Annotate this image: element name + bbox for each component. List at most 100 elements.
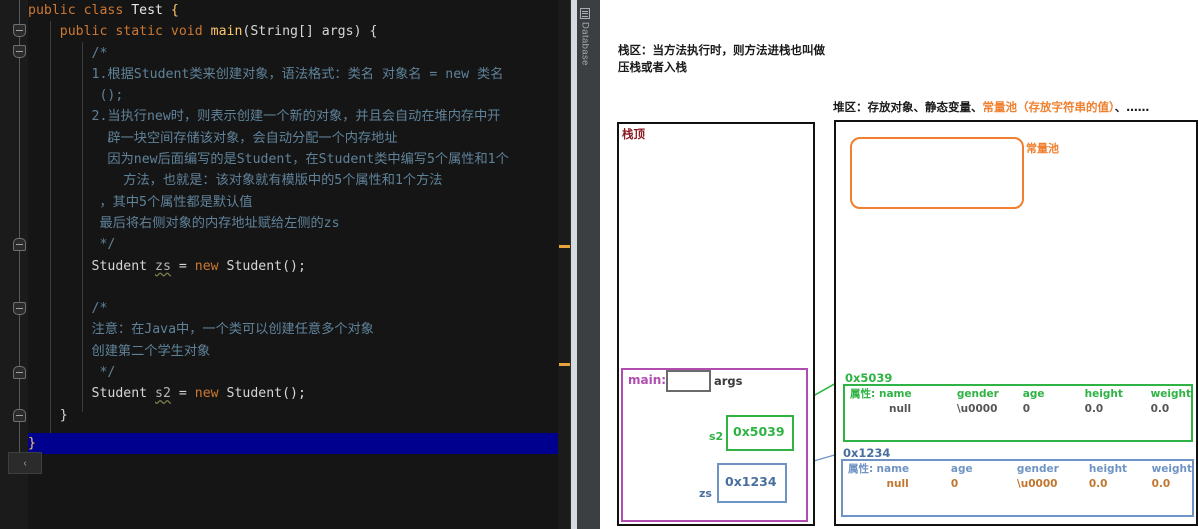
code-token: ) { — [353, 24, 378, 40]
variable-value-s2: 0x5039 — [733, 424, 785, 439]
editor-text-area[interactable]: public class Test { public static void m… — [0, 0, 570, 529]
code-token: 方法，也就是：该对象就有模版中的5个属性和1个方法 — [28, 173, 443, 189]
code-token: 创建第二个学生对象 — [28, 343, 211, 359]
column-header: weight — [1151, 462, 1192, 475]
breadcrumb-popup[interactable]: ‹ — [8, 452, 42, 474]
code-token: (); — [28, 88, 124, 104]
args-label: args — [714, 374, 743, 388]
code-line: */ — [28, 362, 558, 383]
column-header: height — [1088, 462, 1128, 475]
code-token: String[] args — [250, 24, 354, 40]
constant-pool-box — [850, 137, 1024, 209]
code-line: 1.根据Student类来创建对象，语法格式：类名 对象名 = new 类名 — [28, 64, 558, 85]
code-line: /* — [28, 298, 558, 319]
code-line: public static void main(String[] args) { — [28, 21, 558, 42]
cell-value: 0.0 — [1151, 478, 1171, 490]
code-line: 方法，也就是：该对象就有模版中的5个属性和1个方法 — [28, 170, 558, 191]
code-token: { — [170, 3, 179, 18]
stack-area-note: 栈区：当方法执行时，则方法进栈也叫做 压栈或者入栈 — [618, 43, 825, 74]
code-line: Student s2 = new Student(); — [28, 383, 558, 404]
fold-marker-icon[interactable] — [13, 45, 26, 58]
code-line: 辟一块空间存储该对象，会自动分配一个内存地址 — [28, 128, 558, 149]
code-token: = — [170, 258, 195, 274]
heap-title-accent: 常量池（存放字符串的值） — [982, 100, 1115, 114]
cell-value: 0.0 — [1084, 403, 1104, 415]
heap-area-title: 堆区：存放对象、静态变量、常量池（存放字符串的值）、…… — [833, 99, 1149, 115]
object-attributes-table: 属性: name gender age height weight null \… — [845, 386, 1191, 416]
table-row: 属性: name age gender height weight — [843, 461, 1192, 476]
code-line: 2.当执行new时，则表示创建一个新的对象，并且会自动在堆内存中开 — [28, 106, 558, 127]
code-token: */ — [28, 237, 116, 253]
column-header: height — [1084, 387, 1123, 400]
cell-value: null — [886, 478, 909, 490]
fold-marker-icon[interactable] — [13, 24, 26, 37]
code-line: 因为new后面编写的是Student，在Student类中编写5个属性和1个 — [28, 149, 558, 170]
constant-pool-label: 常量池 — [1026, 142, 1059, 155]
cell-value: 0.0 — [1088, 478, 1108, 490]
code-line: */ — [28, 234, 558, 255]
fold-marker-icon[interactable] — [13, 302, 26, 315]
cell-value: 0 — [950, 478, 959, 490]
code-token: public static void — [59, 24, 211, 40]
fold-marker-icon[interactable] — [13, 238, 26, 251]
code-token: s2 — [155, 386, 171, 402]
code-token: Student — [28, 258, 156, 274]
fold-marker-icon[interactable] — [13, 366, 26, 379]
table-row: null 0 \u0000 0.0 0.0 — [843, 476, 1192, 490]
code-token: = — [170, 386, 195, 402]
column-header: age — [950, 462, 973, 475]
code-token: zs — [155, 258, 171, 274]
code-line: (); — [28, 85, 558, 106]
memory-diagram-pane: 栈区：当方法执行时，则方法进栈也叫做 压栈或者入栈 堆区：存放对象、静态变量、常… — [600, 0, 1198, 529]
chevron-left-icon: ‹ — [23, 457, 27, 469]
code-token: new — [194, 386, 219, 402]
code-token: Test — [131, 3, 171, 18]
table-row: null \u0000 0 0.0 0.0 — [845, 401, 1191, 415]
code-token: } — [28, 407, 68, 423]
database-icon — [580, 8, 590, 19]
code-token: 辟一块空间存储该对象，会自动分配一个内存地址 — [28, 130, 398, 146]
code-editor-pane: public class Test { public static void m… — [0, 0, 600, 529]
code-token: 因为new后面编写的是Student，在Student类中编写5个属性和1个 — [28, 152, 509, 168]
code-token: 1.根据Student类来创建对象，语法格式：类名 对象名 = new 类名 — [28, 66, 504, 82]
cell-value: 0 — [1022, 403, 1031, 415]
gutter-rail — [19, 0, 20, 470]
code-line: 创建第二个学生对象 — [28, 341, 558, 362]
warning-marker[interactable] — [559, 363, 570, 366]
column-header: name — [876, 462, 910, 475]
editor-gutter[interactable] — [0, 0, 28, 529]
current-line-highlight[interactable]: } — [28, 433, 570, 454]
variable-name-s2: s2 — [709, 430, 724, 443]
current-line-text: } — [28, 436, 36, 451]
args-slot-box — [666, 370, 711, 392]
code-token: public — [28, 3, 84, 18]
code-token: 注意：在Java中，一个类可以创建任意多个对象 — [28, 322, 374, 338]
fold-marker-icon[interactable] — [13, 409, 26, 422]
heap-object-green: 属性: name gender age height weight null \… — [843, 384, 1193, 442]
object-address-0x1234: 0x1234 — [843, 446, 891, 460]
code-line: ，其中5个属性都是默认值 — [28, 192, 558, 213]
warning-marker[interactable] — [559, 245, 570, 248]
right-tool-strip: Database — [570, 0, 600, 529]
code-token: */ — [28, 365, 116, 381]
object-attributes-table: 属性: name age gender height weight null 0… — [843, 461, 1192, 491]
variable-value-zs: 0x1234 — [725, 474, 777, 489]
code-token: Student(); — [218, 258, 306, 274]
code-token: Student — [28, 386, 156, 402]
attr-label: 属性: — [848, 463, 874, 475]
code-token: 最后将右侧对象的内存地址赋给左侧的zs — [28, 215, 340, 231]
code-line: 最后将右侧对象的内存地址赋给左侧的zs — [28, 213, 558, 234]
code-line: /* — [28, 43, 558, 64]
cell-value: null — [888, 403, 912, 415]
tool-tab-database[interactable]: Database — [574, 4, 596, 90]
editor-scrollbar-track[interactable] — [558, 0, 570, 529]
code-line: 注意：在Java中，一个类可以创建任意多个对象 — [28, 319, 558, 340]
attr-label: 属性: — [850, 388, 876, 400]
column-header: name — [878, 387, 912, 400]
code-token: new — [194, 258, 219, 274]
application-window: public class Test { public static void m… — [0, 0, 1198, 529]
code-token: /* — [28, 45, 108, 61]
source-code[interactable]: public class Test { public static void m… — [28, 0, 558, 426]
